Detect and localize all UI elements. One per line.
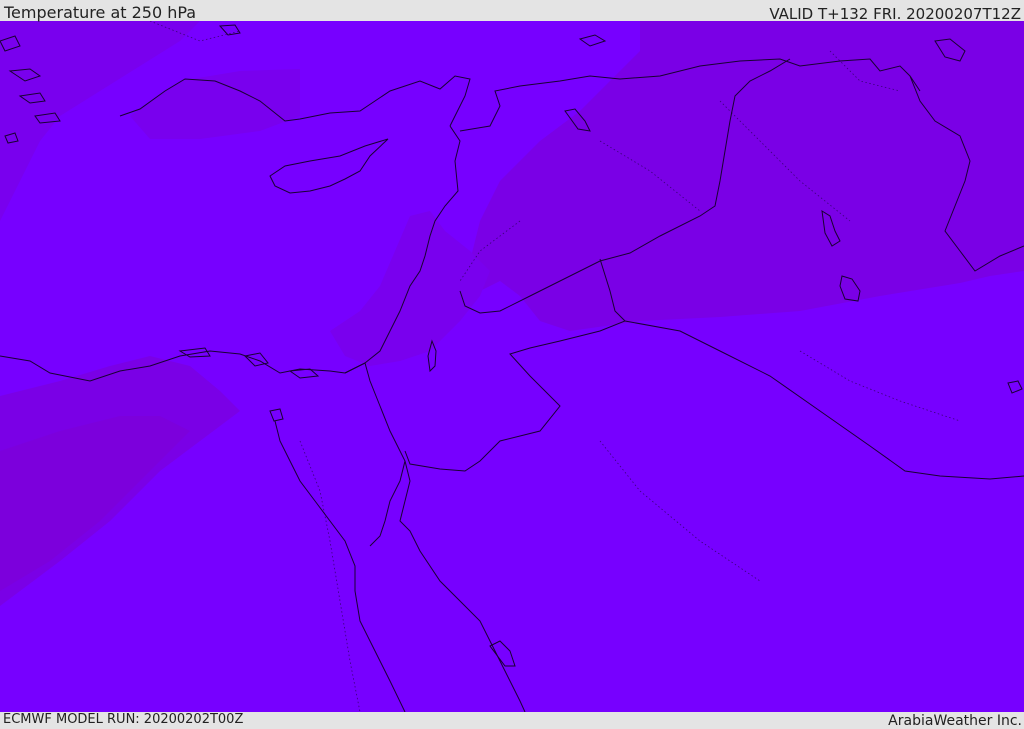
red-sea-east <box>399 460 526 712</box>
saudi-iraq-border <box>624 320 1024 480</box>
temperature-bands <box>0 21 1024 606</box>
valid-time: VALID T+132 FRI. 20200207T12Z <box>769 5 1021 23</box>
map-title: Temperature at 250 hPa <box>4 3 197 22</box>
band-southwest-inner <box>0 416 190 591</box>
model-run-label: ECMWF MODEL RUN: 20200202T00Z <box>3 712 244 727</box>
credit-label: ArabiaWeather Inc. <box>888 713 1022 729</box>
band-anatolia <box>130 69 300 139</box>
sinai-east <box>344 362 406 547</box>
gulf-of-suez <box>274 420 406 712</box>
cyprus <box>269 138 389 194</box>
suez-lake <box>269 408 284 422</box>
footer-bar: ECMWF MODEL RUN: 20200202T00Z ArabiaWeat… <box>0 712 1024 729</box>
map-svg <box>0 21 1024 712</box>
header-bar: Temperature at 250 hPa VALID T+132 FRI. … <box>0 0 1024 23</box>
map-canvas[interactable] <box>0 21 1024 712</box>
north-islands <box>218 24 607 47</box>
band-levant <box>330 211 490 366</box>
east-lake <box>1007 380 1023 394</box>
red-sea-islands <box>489 640 516 667</box>
